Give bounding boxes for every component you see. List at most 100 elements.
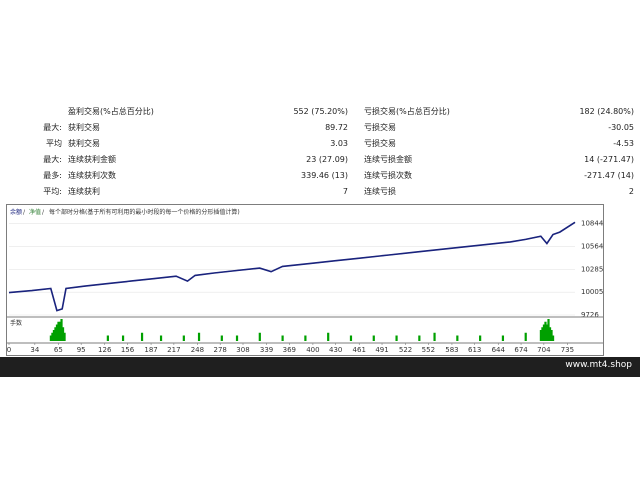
- max-consecutive-wins-value: 339.46 (13): [301, 171, 348, 180]
- x-tick-label: 339: [260, 346, 273, 354]
- legend-equity: 净值: [29, 208, 41, 216]
- balance-line: [8, 221, 576, 312]
- x-tick-label: 461: [353, 346, 366, 354]
- legend-separator: /: [42, 209, 45, 216]
- y-tick-label: 10005: [581, 288, 603, 296]
- y-tick-label: 10844: [581, 220, 603, 228]
- max-consecutive-profit-value: 23 (27.09): [306, 155, 348, 164]
- x-tick-label: 552: [422, 346, 435, 354]
- y-tick-label: 9726: [581, 311, 599, 319]
- x-tick-label: 156: [121, 346, 135, 354]
- legend-balance: 余额: [10, 208, 22, 216]
- volume-bar: [327, 332, 330, 341]
- volume-bar: [395, 335, 398, 341]
- row-prefix: 平均: [46, 139, 62, 148]
- x-tick-label: 34: [30, 346, 39, 354]
- profit-trades-value: 552 (75.20%): [293, 107, 348, 116]
- volume-bar: [63, 332, 66, 341]
- volume-bar: [501, 335, 505, 341]
- largest-loss-value: -30.05: [608, 123, 634, 132]
- volume-bar: [372, 335, 375, 341]
- volume-bar: [479, 335, 482, 341]
- average-profit-value: 3.03: [330, 139, 348, 148]
- volume-bar: [551, 335, 555, 341]
- y-tick-label: 10285: [581, 265, 603, 273]
- stats-panel: 盈利交易(%占总百分比) 552 (75.20%) 亏损交易(%占总百分比) 1…: [0, 104, 640, 200]
- loss-trades-value: 182 (24.80%): [579, 107, 634, 116]
- x-tick-label: 248: [191, 346, 204, 354]
- max-consecutive-losses-label: 连续亏损次数: [364, 171, 412, 180]
- volume-bar: [235, 335, 239, 341]
- volume-bar: [106, 335, 109, 341]
- average-loss-label: 亏损交易: [364, 139, 396, 148]
- x-tick-label: 187: [144, 346, 157, 354]
- volume-bar: [418, 335, 421, 341]
- chart-legend: 余额 / 净值 / 每个部时分格(基于所有可利用的最小时段的每一个价格的分形插值…: [10, 208, 240, 216]
- volume-bar: [182, 335, 185, 341]
- x-tick-label: 735: [561, 346, 574, 354]
- row-prefix: 最大:: [43, 155, 62, 164]
- x-tick-label: 583: [445, 346, 458, 354]
- legend-description: 每个部时分格(基于所有可利用的最小时段的每一个价格的分形插值计算): [49, 208, 240, 216]
- x-tick-label: 217: [167, 346, 180, 354]
- volume-label: 手数: [10, 319, 22, 327]
- volume-bar: [159, 335, 163, 341]
- largest-loss-label: 亏损交易: [364, 123, 396, 132]
- chart-grid: [9, 223, 575, 316]
- stats-row-5: 最多: 连续获利次数 339.46 (13) 连续亏损次数 -271.47 (1…: [0, 168, 640, 184]
- average-profit-label: 获利交易: [68, 139, 100, 148]
- x-tick-label: 674: [514, 346, 528, 354]
- average-loss-value: -4.53: [613, 139, 634, 148]
- loss-trades-label: 亏损交易(%占总百分比): [364, 107, 450, 116]
- x-tick-label: 95: [77, 346, 86, 354]
- volume-bar: [524, 332, 527, 341]
- volume-bar: [456, 335, 459, 341]
- volume-bar: [349, 335, 353, 341]
- x-tick-label: 0: [7, 346, 11, 354]
- x-tick-label: 369: [283, 346, 296, 354]
- x-tick-label: 126: [98, 346, 112, 354]
- equity-line: [8, 221, 576, 312]
- x-tick-label: 613: [468, 346, 481, 354]
- profit-trades-label: 盈利交易(%占总百分比): [68, 107, 154, 116]
- balance-chart: 余额 / 净值 / 每个部时分格(基于所有可利用的最小时段的每一个价格的分形插值…: [6, 204, 604, 356]
- row-prefix: 平均:: [43, 187, 62, 196]
- x-tick-label: 430: [329, 346, 342, 354]
- volume-bar: [433, 332, 436, 341]
- y-axis-labels: 9726 10005 10285 10564 10844: [581, 220, 603, 319]
- avg-consecutive-losses-value: 2: [628, 187, 634, 196]
- volume-bar: [220, 335, 223, 341]
- x-tick-label: 308: [236, 346, 249, 354]
- avg-consecutive-losses-label: 连续亏损: [364, 187, 396, 196]
- volume-bar: [121, 335, 125, 341]
- volume-bar: [197, 332, 201, 341]
- volume-bar: [281, 335, 284, 341]
- x-tick-label: 65: [54, 346, 63, 354]
- avg-consecutive-wins-label: 连续获利: [68, 187, 100, 196]
- max-consecutive-losses-value: -271.47 (14): [584, 171, 634, 180]
- stats-row-6: 平均: 连续获利 7 连续亏损 2: [0, 184, 640, 200]
- x-tick-label: 644: [492, 346, 506, 354]
- stats-row-3: 平均 获利交易 3.03 亏损交易 -4.53: [0, 136, 640, 152]
- footer-bar: www.mt4.shop: [0, 357, 640, 377]
- x-tick-label: 491: [375, 346, 388, 354]
- volume-bar: [258, 332, 261, 341]
- y-tick-label: 10564: [581, 242, 603, 250]
- x-tick-label: 522: [399, 346, 412, 354]
- stats-row-2: 最大: 获利交易 89.72 亏损交易 -30.05: [0, 120, 640, 136]
- max-consecutive-wins-label: 连续获利次数: [68, 171, 116, 180]
- volume-bar: [304, 335, 307, 341]
- max-consecutive-loss-value: 14 (-271.47): [584, 155, 634, 164]
- stats-row-4: 最大: 连续获利金额 23 (27.09) 连续亏损金额 14 (-271.47…: [0, 152, 640, 168]
- legend-separator: /: [23, 209, 26, 216]
- row-prefix: 最多:: [43, 171, 62, 180]
- avg-consecutive-wins-value: 7: [342, 187, 348, 196]
- max-consecutive-profit-label: 连续获利金额: [68, 155, 116, 164]
- x-tick-label: 704: [537, 346, 551, 354]
- max-consecutive-loss-label: 连续亏损金额: [364, 155, 412, 164]
- stats-row-1: 盈利交易(%占总百分比) 552 (75.20%) 亏损交易(%占总百分比) 1…: [0, 104, 640, 120]
- volume-bar: [140, 332, 144, 341]
- chart-svg: 余额 / 净值 / 每个部时分格(基于所有可利用的最小时段的每一个价格的分形插值…: [7, 208, 603, 354]
- x-tick-label: 400: [306, 346, 319, 354]
- brand-watermark: www.mt4.shop: [565, 360, 632, 370]
